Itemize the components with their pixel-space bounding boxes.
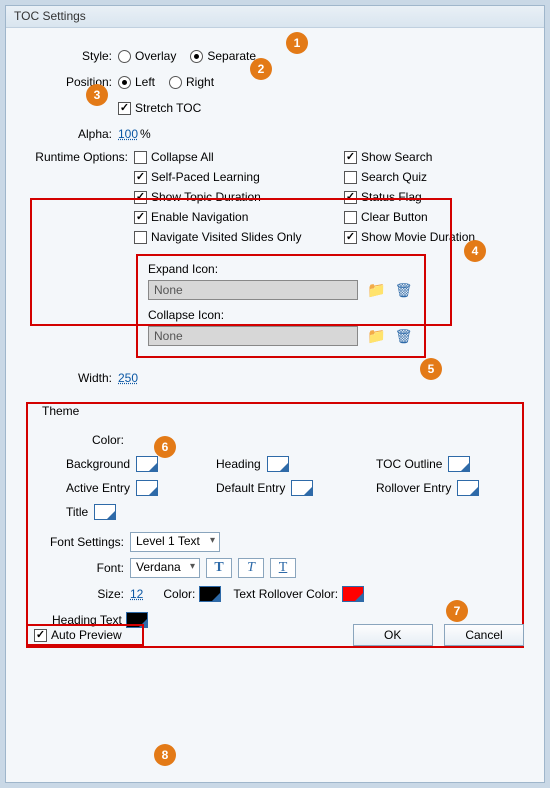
- checkbox-icon: [344, 191, 357, 204]
- color2-label: Color:: [163, 587, 195, 601]
- checkbox-icon: [344, 151, 357, 164]
- checkbox-icon: [134, 231, 147, 244]
- annotation-badge-1: 1: [286, 32, 308, 54]
- show-movie-checkbox[interactable]: Show Movie Duration: [344, 230, 510, 244]
- annotation-badge-4: 4: [464, 240, 486, 262]
- theme-legend: Theme: [38, 404, 83, 418]
- size-value[interactable]: 12: [130, 587, 143, 601]
- title-color-swatch[interactable]: [94, 504, 116, 520]
- clear-button-checkbox[interactable]: Clear Button: [344, 210, 510, 224]
- ok-button[interactable]: OK: [353, 624, 433, 646]
- width-value[interactable]: 250: [118, 371, 138, 385]
- annotation-badge-7: 7: [446, 600, 468, 622]
- search-quiz-checkbox[interactable]: Search Quiz: [344, 170, 510, 184]
- runtime-label: Runtime Options:: [26, 150, 134, 164]
- checkbox-icon: [344, 211, 357, 224]
- trash-icon[interactable]: 🗑: [395, 281, 413, 299]
- nav-visited-checkbox[interactable]: Navigate Visited Slides Only: [134, 230, 330, 244]
- text-rollover-label: Text Rollover Color:: [233, 587, 338, 601]
- radio-icon: [190, 50, 203, 63]
- font-label: Font:: [38, 561, 130, 575]
- position-left-radio[interactable]: Left: [118, 75, 155, 89]
- collapse-all-checkbox[interactable]: Collapse All: [134, 150, 330, 164]
- style-label: Style:: [26, 49, 118, 63]
- checkbox-icon: [344, 171, 357, 184]
- style-separate-radio[interactable]: Separate: [190, 49, 256, 63]
- show-search-checkbox[interactable]: Show Search: [344, 150, 510, 164]
- underline-button[interactable]: T: [270, 558, 296, 578]
- stretch-toc-checkbox[interactable]: Stretch TOC: [118, 101, 201, 115]
- size-label: Size:: [38, 587, 130, 601]
- toc-outline-color-swatch[interactable]: [448, 456, 470, 472]
- window-title: TOC Settings: [14, 9, 86, 23]
- browse-folder-icon[interactable]: 📁: [367, 327, 385, 345]
- position-right-radio[interactable]: Right: [169, 75, 214, 89]
- trash-icon[interactable]: 🗑: [395, 327, 413, 345]
- browse-folder-icon[interactable]: 📁: [367, 281, 385, 299]
- font-color-swatch[interactable]: [199, 586, 221, 602]
- annotation-badge-5: 5: [420, 358, 442, 380]
- checkbox-icon: [34, 629, 47, 642]
- collapse-icon-input[interactable]: None: [148, 326, 358, 346]
- annotation-badge-2: 2: [250, 58, 272, 80]
- background-color-swatch[interactable]: [136, 456, 158, 472]
- self-paced-checkbox[interactable]: Self-Paced Learning: [134, 170, 330, 184]
- italic-button[interactable]: T: [238, 558, 264, 578]
- annotation-badge-3: 3: [86, 84, 108, 106]
- radio-icon: [169, 76, 182, 89]
- checkbox-icon: [134, 171, 147, 184]
- auto-preview-checkbox[interactable]: Auto Preview: [34, 628, 122, 642]
- titlebar: TOC Settings: [6, 6, 544, 28]
- bold-button[interactable]: T: [206, 558, 232, 578]
- show-topic-checkbox[interactable]: Show Topic Duration: [134, 190, 330, 204]
- icon-section: Expand Icon: None 📁 🗑 Collapse Icon: Non…: [136, 254, 426, 358]
- text-rollover-swatch[interactable]: [342, 586, 364, 602]
- font-level-select[interactable]: Level 1 Text: [130, 532, 220, 552]
- width-label: Width:: [26, 371, 118, 385]
- style-overlay-radio[interactable]: Overlay: [118, 49, 176, 63]
- enable-nav-checkbox[interactable]: Enable Navigation: [134, 210, 330, 224]
- checkbox-icon: [134, 191, 147, 204]
- checkbox-icon: [134, 211, 147, 224]
- font-select[interactable]: Verdana: [130, 558, 200, 578]
- alpha-label: Alpha:: [26, 127, 118, 141]
- checkbox-icon: [344, 231, 357, 244]
- font-settings-label: Font Settings:: [38, 535, 130, 549]
- radio-icon: [118, 50, 131, 63]
- heading-color-swatch[interactable]: [267, 456, 289, 472]
- color-label: Color:: [38, 433, 130, 447]
- alpha-value[interactable]: 100: [118, 127, 138, 141]
- checkbox-icon: [134, 151, 147, 164]
- checkbox-icon: [118, 102, 131, 115]
- expand-icon-label: Expand Icon:: [148, 262, 414, 276]
- rollover-entry-swatch[interactable]: [457, 480, 479, 496]
- status-flag-checkbox[interactable]: Status Flag: [344, 190, 510, 204]
- cancel-button[interactable]: Cancel: [444, 624, 524, 646]
- annotation-badge-6: 6: [154, 436, 176, 458]
- annotation-badge-8: 8: [154, 744, 176, 766]
- active-entry-swatch[interactable]: [136, 480, 158, 496]
- collapse-icon-label: Collapse Icon:: [148, 308, 414, 322]
- default-entry-swatch[interactable]: [291, 480, 313, 496]
- radio-icon: [118, 76, 131, 89]
- expand-icon-input[interactable]: None: [148, 280, 358, 300]
